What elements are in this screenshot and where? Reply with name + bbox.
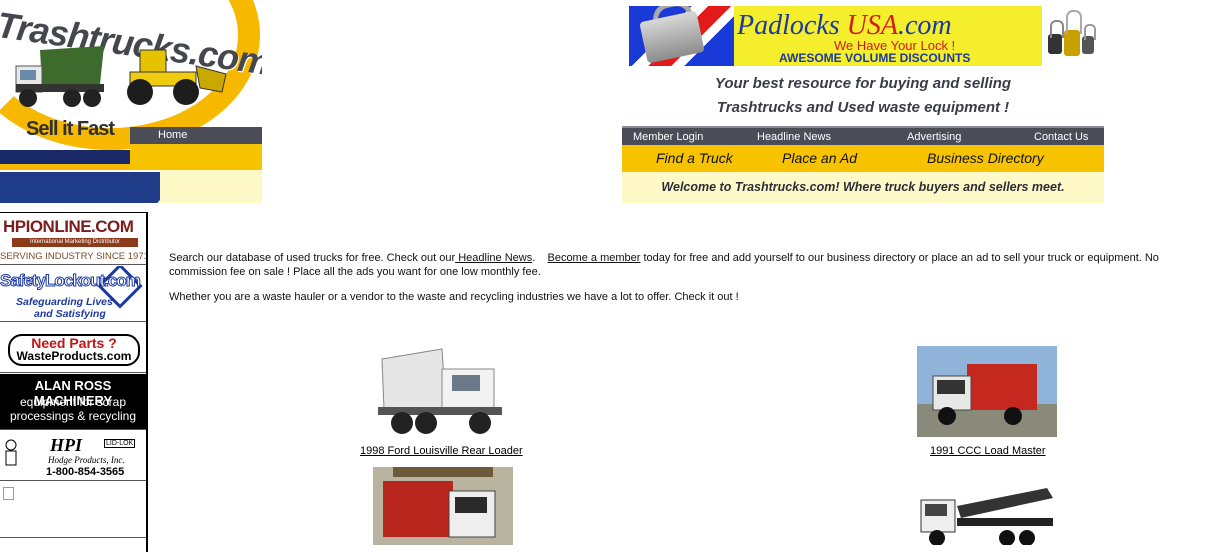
wheel-loader-icon xyxy=(127,49,227,105)
nav-member-login[interactable]: Member Login xyxy=(633,131,703,143)
ad-line: Safeguarding Lives xyxy=(16,296,113,308)
logo-slogan: Sell it Fast xyxy=(26,118,115,140)
listing-photo[interactable] xyxy=(373,467,513,545)
become-member-link[interactable]: Become a member xyxy=(547,252,640,264)
ad-line: equipment for scrap processings & recycli… xyxy=(9,395,137,423)
padlocks-banner-ad[interactable]: Padlocks USA.com We Have Your Lock ! AWE… xyxy=(629,6,1097,66)
ad-hpionline[interactable]: HPIONLINE.COM International Marketing Di… xyxy=(0,213,146,265)
hpi-logo: HPI xyxy=(50,435,83,455)
ad-bar: International Marketing Distributor xyxy=(12,238,138,247)
header-tagline-1: Your best resource for buying and sellin… xyxy=(714,75,1012,92)
ad-broken-image[interactable] xyxy=(0,482,146,538)
welcome-bar: Welcome to Trashtrucks.com! Where truck … xyxy=(622,172,1104,203)
sidebar-ads: HPIONLINE.COM International Marketing Di… xyxy=(0,212,148,552)
ad-phone: 1-800-854-3565 xyxy=(46,466,125,478)
nav-contact-us[interactable]: Contact Us xyxy=(1034,131,1088,143)
ad-line: WasteProducts.com xyxy=(16,349,132,363)
ad-line: Need Parts ? xyxy=(31,335,117,351)
header-tagline-2: Trashtrucks and Used waste equipment ! xyxy=(716,99,1010,116)
nav-business-directory[interactable]: Business Directory xyxy=(927,150,1044,166)
banner-discount: AWESOME VOLUME DISCOUNTS xyxy=(779,51,971,65)
logo-yellow-band xyxy=(130,144,262,170)
ad-title: SafetyLockout.com xyxy=(0,271,141,291)
dump-truck-icon xyxy=(15,46,104,107)
ad-alan-ross-machinery[interactable]: ALAN ROSS MACHINERY equipment for scrap p… xyxy=(0,374,146,430)
ad-oval: Need Parts ? WasteProducts.com xyxy=(8,334,140,366)
headline-news-link[interactable]: Headline News xyxy=(455,252,532,264)
nav-advertising[interactable]: Advertising xyxy=(907,131,961,143)
ad-title: HPIONLINE.COM xyxy=(3,217,134,236)
welcome-text: Welcome to Trashtrucks.com! Where truck … xyxy=(661,180,1065,194)
padlock-group-icon xyxy=(1042,6,1097,66)
listing-photo[interactable] xyxy=(372,345,514,441)
listing-photo[interactable] xyxy=(917,346,1057,437)
listing-link[interactable]: 1998 Ford Louisville Rear Loader xyxy=(360,445,523,457)
ad-hodge-products[interactable]: HPI LID-LOK Hodge Products, Inc. 1-800-8… xyxy=(0,431,146,481)
ad-waste-products[interactable]: Need Parts ? WasteProducts.com xyxy=(0,323,146,373)
logo-stripe xyxy=(0,172,184,203)
ad-safety-lockout[interactable]: SafetyLockout.com Safeguarding Lives and… xyxy=(0,266,146,322)
lid-lok-badge: LID-LOK xyxy=(104,439,136,448)
nav-headline-news[interactable]: Headline News xyxy=(757,131,831,143)
intro-paragraph: Search our database of used trucks for f… xyxy=(169,252,1159,278)
intro-paragraph-2: Whether you are a waste hauler or a vend… xyxy=(169,291,739,303)
ad-subtitle: SERVING INDUSTRY SINCE 1971 xyxy=(0,251,146,262)
home-nav-bar xyxy=(130,127,262,144)
main-navigation: Member Login Headline News Advertising C… xyxy=(622,126,1104,203)
intro-content: Search our database of used trucks for f… xyxy=(169,251,1209,315)
ad-company: Hodge Products, Inc. xyxy=(48,455,125,465)
listing-photo[interactable] xyxy=(917,478,1057,545)
home-link[interactable]: Home xyxy=(158,129,187,141)
top-nav-bar: Member Login Headline News Advertising C… xyxy=(622,126,1104,145)
logo-cream-band xyxy=(160,170,262,203)
ad-line: and Satisfying Regulations xyxy=(34,308,106,321)
site-logo[interactable]: Home Trashtrucks.com Sell it Fast xyxy=(0,0,262,203)
mascot-icon xyxy=(5,439,17,466)
main-nav-bar: Find a Truck Place an Ad Business Direct… xyxy=(622,145,1104,172)
broken-image-icon xyxy=(3,487,14,500)
nav-place-an-ad[interactable]: Place an Ad xyxy=(782,150,857,166)
listing-link[interactable]: 1991 CCC Load Master xyxy=(930,445,1046,457)
nav-find-a-truck[interactable]: Find a Truck xyxy=(656,150,733,166)
